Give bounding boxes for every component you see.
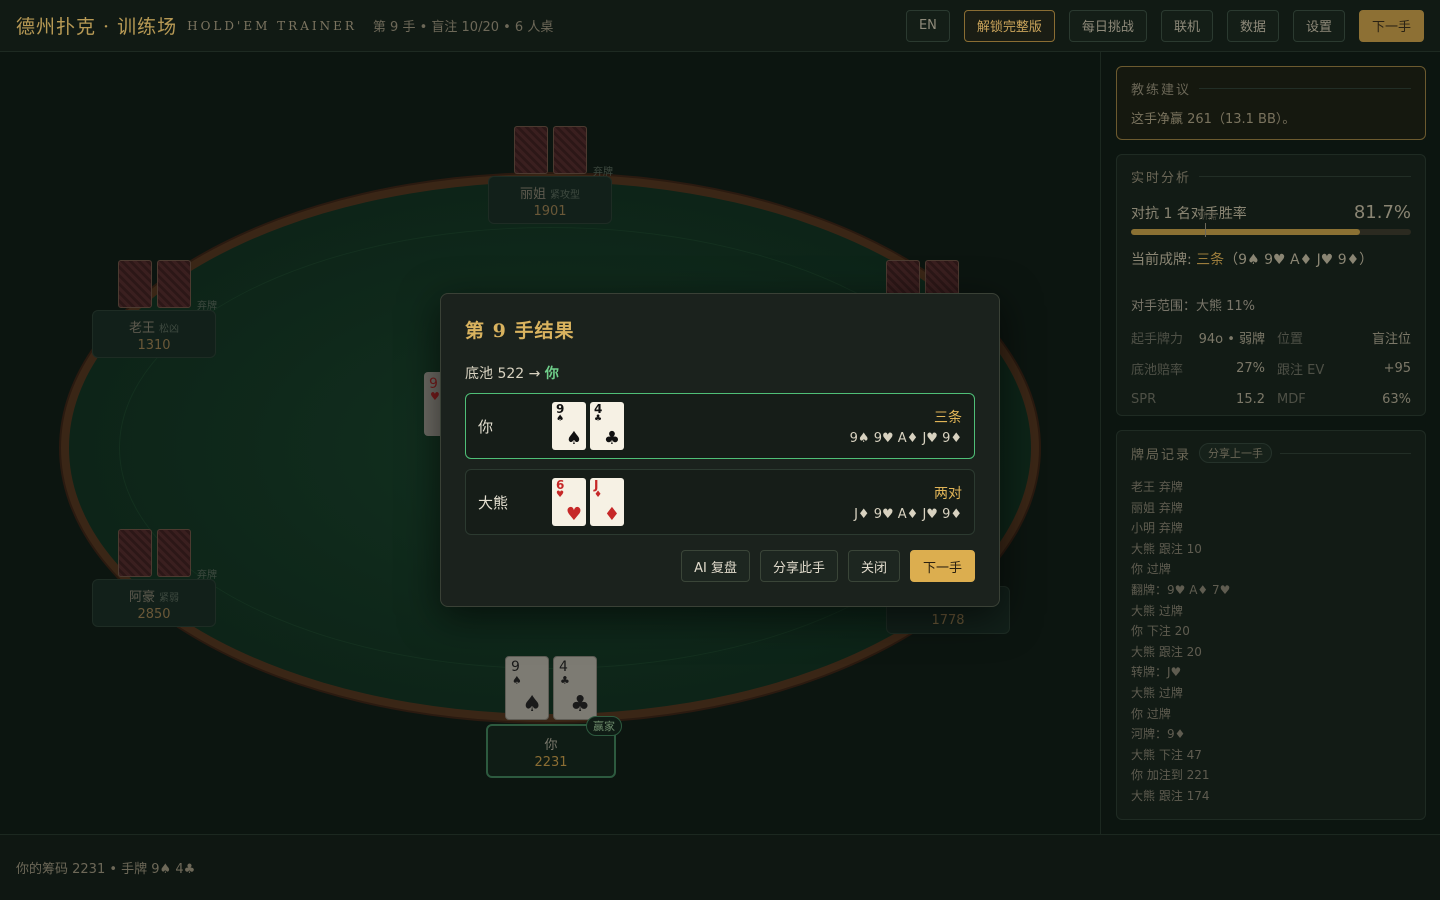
next-hand-modal-button[interactable]: 下一手 xyxy=(909,550,975,582)
player-name: 大熊 xyxy=(478,493,509,512)
pot-winner: 你 xyxy=(544,366,559,382)
best-five: J♦ 9♥ A♦ J♥ 9♦ xyxy=(854,506,962,522)
hole-cards: 6 ♥ ♥ J ♦ ♦ xyxy=(552,478,624,526)
pot-text: 底池 522 → xyxy=(465,366,545,382)
playing-card: 4 ♣ ♣ xyxy=(590,402,624,450)
ai-review-button[interactable]: AI 复盘 xyxy=(681,550,750,582)
pot-summary: 底池 522 → 你 xyxy=(465,363,975,383)
card-suit: ♠ xyxy=(556,414,565,424)
playing-card: J ♦ ♦ xyxy=(590,478,624,526)
close-button[interactable]: 关闭 xyxy=(847,550,900,582)
modal-title: 第 9 手结果 xyxy=(465,320,575,342)
card-suit: ♦ xyxy=(594,490,603,500)
playing-card: 9 ♠ ♠ xyxy=(552,402,586,450)
player-name: 你 xyxy=(478,417,494,436)
card-suit-large: ♠ xyxy=(565,428,582,449)
modal-actions: AI 复盘 分享此手 关闭 下一手 xyxy=(681,550,975,582)
modal-overlay: 第 9 手结果 底池 522 → 你 你 9 ♠ ♠ 4 ♣ ♣ 三条 9♠ 9… xyxy=(0,0,1440,900)
playing-card: 6 ♥ ♥ xyxy=(552,478,586,526)
best-five: 9♠ 9♥ A♦ J♥ 9♦ xyxy=(849,430,962,446)
card-suit-large: ♣ xyxy=(603,428,620,449)
card-suit-large: ♥ xyxy=(565,504,582,525)
hand-result-modal: 第 9 手结果 底池 522 → 你 你 9 ♠ ♠ 4 ♣ ♣ 三条 9♠ 9… xyxy=(440,293,1000,607)
card-suit-large: ♦ xyxy=(603,504,620,525)
hand-result: 三条 9♠ 9♥ A♦ J♥ 9♦ xyxy=(850,407,962,446)
hole-cards: 9 ♠ ♠ 4 ♣ ♣ xyxy=(552,402,624,450)
share-hand-button[interactable]: 分享此手 xyxy=(759,550,838,582)
hand-rank: 两对 xyxy=(934,485,962,502)
hand-result: 两对 J♦ 9♥ A♦ J♥ 9♦ xyxy=(854,483,962,522)
result-row-opponent: 大熊 6 ♥ ♥ J ♦ ♦ 两对 J♦ 9♥ A♦ J♥ 9♦ xyxy=(465,469,975,535)
result-row-winner: 你 9 ♠ ♠ 4 ♣ ♣ 三条 9♠ 9♥ A♦ J♥ 9♦ xyxy=(465,393,975,459)
hand-rank: 三条 xyxy=(934,409,962,426)
card-suit: ♣ xyxy=(594,414,603,424)
card-suit: ♥ xyxy=(556,490,565,500)
